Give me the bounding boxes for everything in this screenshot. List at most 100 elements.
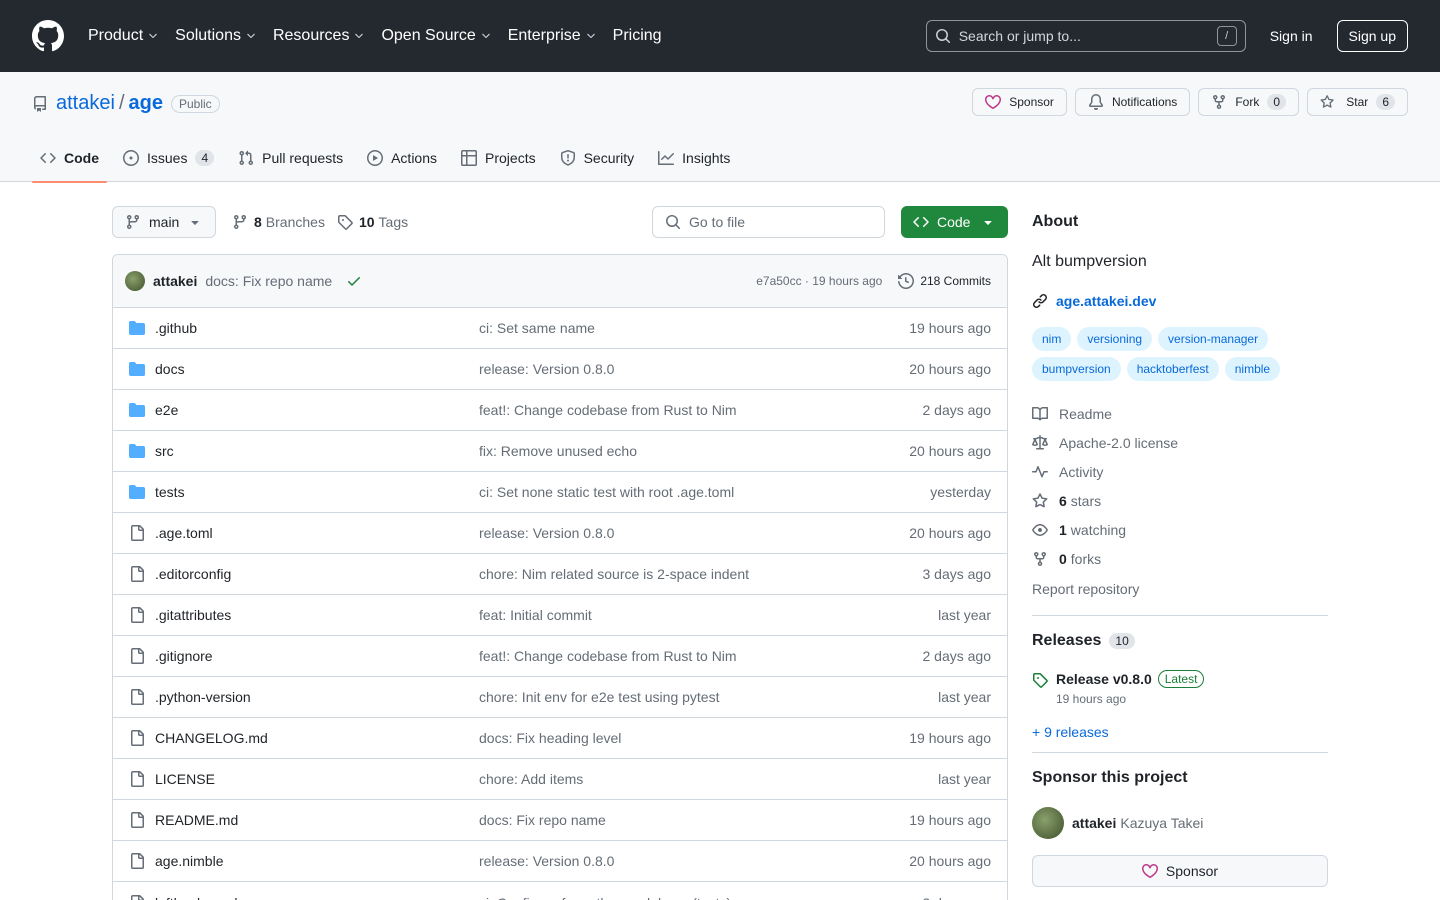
more-releases-link[interactable]: + 9 releases bbox=[1032, 724, 1328, 740]
sponsor-login-link[interactable]: attakei bbox=[1072, 815, 1116, 831]
file-commit-message-link[interactable]: chore: Init env for e2e test using pytes… bbox=[479, 689, 938, 705]
file-name-link[interactable]: .gitattributes bbox=[155, 607, 479, 623]
commit-author-link[interactable]: attakei bbox=[153, 273, 197, 289]
file-commit-message-link[interactable]: chore: Add items bbox=[479, 771, 938, 787]
releases-title[interactable]: Releases bbox=[1032, 632, 1101, 650]
check-icon[interactable] bbox=[346, 273, 362, 289]
code-dropdown-button[interactable]: Code bbox=[901, 206, 1008, 238]
file-name-link[interactable]: e2e bbox=[155, 402, 479, 418]
file-commit-message-link[interactable]: release: Version 0.8.0 bbox=[479, 853, 909, 869]
readme-link[interactable]: Readme bbox=[1032, 399, 1328, 428]
file-name-link[interactable]: README.md bbox=[155, 812, 479, 828]
nav-solutions[interactable]: Solutions bbox=[175, 27, 257, 45]
file-icon-wrap bbox=[129, 607, 147, 623]
file-name-link[interactable]: docs bbox=[155, 361, 479, 377]
website-link[interactable]: age.attakei.dev bbox=[1032, 293, 1328, 309]
stars-link[interactable]: 6 stars bbox=[1032, 486, 1328, 515]
tags-link[interactable]: 10 Tags bbox=[337, 214, 408, 230]
topic-tag[interactable]: nim bbox=[1032, 327, 1072, 351]
file-commit-message-link[interactable]: docs: Fix heading level bbox=[479, 730, 909, 746]
tab-insights[interactable]: Insights bbox=[650, 134, 738, 182]
sign-in-link[interactable]: Sign in bbox=[1270, 28, 1313, 44]
sponsor-button[interactable]: Sponsor bbox=[972, 88, 1067, 116]
file-name-link[interactable]: lefthook.yaml bbox=[155, 895, 479, 900]
table-row[interactable]: .age.toml release: Version 0.8.0 20 hours … bbox=[113, 513, 1007, 554]
nav-product[interactable]: Product bbox=[88, 27, 159, 45]
forks-link[interactable]: 0 forks bbox=[1032, 544, 1328, 573]
notifications-button[interactable]: Notifications bbox=[1074, 88, 1191, 116]
table-row[interactable]: tests ci: Set none static test with root … bbox=[113, 472, 1007, 513]
table-row[interactable]: lefthook.yamlci: Configure for python co… bbox=[113, 882, 1007, 900]
github-logo-icon[interactable] bbox=[32, 20, 64, 52]
tab-code[interactable]: Code bbox=[32, 134, 107, 183]
table-row[interactable]: e2e feat!: Change codebase from Rust to N… bbox=[113, 390, 1007, 431]
nav-open-source[interactable]: Open Source bbox=[381, 27, 491, 45]
topic-tag[interactable]: nimble bbox=[1224, 357, 1281, 381]
repo-name-link[interactable]: age bbox=[129, 92, 163, 115]
file-commit-message-link[interactable]: ci: Set same name bbox=[479, 320, 909, 336]
topic-tag[interactable]: hacktoberfest bbox=[1126, 357, 1219, 381]
file-name-link[interactable]: .python-version bbox=[155, 689, 479, 705]
file-name-link[interactable]: tests bbox=[155, 484, 479, 500]
table-row[interactable]: .gitattributes feat: Initial commit last y… bbox=[113, 595, 1007, 636]
file-commit-message-link[interactable]: feat!: Change codebase from Rust to Nim bbox=[479, 402, 923, 418]
report-repository-link[interactable]: Report repository bbox=[1032, 574, 1328, 603]
table-row[interactable]: .python-version chore: Init env for e2e t… bbox=[113, 677, 1007, 718]
nav-enterprise[interactable]: Enterprise bbox=[508, 27, 597, 45]
repo-owner-link[interactable]: attakei bbox=[56, 92, 115, 115]
latest-release[interactable]: Release v0.8.0 Latest 19 hours ago bbox=[1032, 670, 1328, 706]
file-name-link[interactable]: src bbox=[155, 443, 479, 459]
fork-button[interactable]: Fork 0 bbox=[1198, 88, 1299, 116]
file-name-link[interactable]: CHANGELOG.md bbox=[155, 730, 479, 746]
table-row[interactable]: CHANGELOG.md docs: Fix heading level 19 ho… bbox=[113, 718, 1007, 759]
file-commit-message-link[interactable]: ci: Configure for python codebase (tests… bbox=[479, 895, 923, 900]
commit-hash-link[interactable]: e7a50cc · 19 hours ago bbox=[756, 274, 882, 288]
table-row[interactable]: LICENSE chore: Add items last year bbox=[113, 759, 1007, 800]
file-commit-message-link[interactable]: docs: Fix repo name bbox=[479, 812, 909, 828]
commit-message-link[interactable]: docs: Fix repo name bbox=[205, 273, 332, 289]
file-name-link[interactable]: .editorconfig bbox=[155, 566, 479, 582]
nav-pricing[interactable]: Pricing bbox=[613, 27, 662, 45]
table-row[interactable]: .editorconfig chore: Nim related source i… bbox=[113, 554, 1007, 595]
file-name-link[interactable]: .github bbox=[155, 320, 479, 336]
tab-security[interactable]: Security bbox=[552, 134, 643, 182]
table-row[interactable]: .github ci: Set same name 19 hours ago bbox=[113, 308, 1007, 349]
file-name-link[interactable]: .age.toml bbox=[155, 525, 479, 541]
table-row[interactable]: README.md docs: Fix repo name 19 hours ago bbox=[113, 800, 1007, 841]
file-commit-message-link[interactable]: chore: Nim related source is 2-space ind… bbox=[479, 566, 923, 582]
sign-up-button[interactable]: Sign up bbox=[1336, 20, 1408, 52]
avatar[interactable] bbox=[125, 271, 145, 291]
avatar[interactable] bbox=[1032, 807, 1064, 839]
commits-history-link[interactable]: 218 Commits bbox=[898, 273, 991, 289]
sponsor-project-button[interactable]: Sponsor bbox=[1032, 855, 1328, 887]
nav-resources[interactable]: Resources bbox=[273, 27, 365, 45]
file-commit-message-link[interactable]: release: Version 0.8.0 bbox=[479, 361, 909, 377]
star-button[interactable]: Star 6 bbox=[1307, 88, 1408, 116]
license-link[interactable]: Apache-2.0 license bbox=[1032, 428, 1328, 457]
topic-tag[interactable]: version-manager bbox=[1158, 327, 1269, 351]
go-to-file-input[interactable]: Go to file bbox=[652, 206, 885, 238]
branches-link[interactable]: 8 Branches bbox=[232, 214, 325, 230]
table-row[interactable]: src fix: Remove unused echo 20 hours ago bbox=[113, 431, 1007, 472]
file-name-link[interactable]: age.nimble bbox=[155, 853, 479, 869]
branch-selector[interactable]: main bbox=[112, 206, 216, 238]
table-row[interactable]: .gitignore feat!: Change codebase from Ru… bbox=[113, 636, 1007, 677]
tab-issues[interactable]: Issues 4 bbox=[115, 134, 222, 182]
file-commit-message-link[interactable]: fix: Remove unused echo bbox=[479, 443, 909, 459]
tab-projects[interactable]: Projects bbox=[453, 134, 544, 182]
file-commit-message-link[interactable]: release: Version 0.8.0 bbox=[479, 525, 909, 541]
activity-link[interactable]: Activity bbox=[1032, 457, 1328, 486]
watchers-link[interactable]: 1 watching bbox=[1032, 515, 1328, 544]
file-name-link[interactable]: LICENSE bbox=[155, 771, 479, 787]
file-commit-message-link[interactable]: feat!: Change codebase from Rust to Nim bbox=[479, 648, 923, 664]
table-row[interactable]: docs release: Version 0.8.0 20 hours ago bbox=[113, 349, 1007, 390]
file-commit-message-link[interactable]: ci: Set none static test with root .age.… bbox=[479, 484, 930, 500]
file-commit-message-link[interactable]: feat: Initial commit bbox=[479, 607, 938, 623]
table-row[interactable]: age.nimble release: Version 0.8.0 20 hours… bbox=[113, 841, 1007, 882]
tab-pull-requests[interactable]: Pull requests bbox=[230, 134, 351, 182]
file-name-link[interactable]: .gitignore bbox=[155, 648, 479, 664]
topic-tag[interactable]: versioning bbox=[1077, 327, 1153, 351]
topic-tag[interactable]: bumpversion bbox=[1032, 357, 1121, 381]
search-input[interactable]: Search or jump to... / bbox=[925, 20, 1246, 52]
tab-actions[interactable]: Actions bbox=[359, 134, 445, 182]
